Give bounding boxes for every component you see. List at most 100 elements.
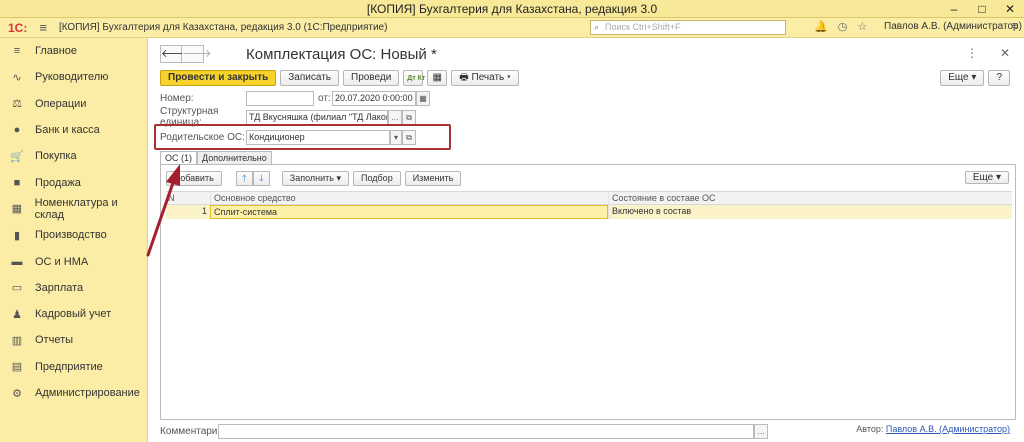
form-header-actions: ⋮ ✕	[966, 46, 1010, 60]
assets-table: N Основное средство Состояние в составе …	[166, 191, 1012, 219]
sidebar-item-label: Администрирование	[35, 387, 140, 399]
col-state[interactable]: Состояние в составе ОС	[608, 192, 1012, 204]
dt-kt-button[interactable]: Дт Кт	[403, 70, 425, 86]
sidebar-item-3[interactable]: ● Банк и касса	[0, 117, 147, 143]
number-field[interactable]	[246, 90, 314, 106]
post-and-close-button[interactable]: Провести и закрыть	[160, 70, 277, 86]
sidebar-item-icon: ⚙	[12, 387, 22, 400]
form-toolbar-right: Еще ▾ ?	[940, 70, 1010, 86]
menu-icon[interactable]: ≡	[39, 20, 47, 35]
user-name[interactable]: Павлов А.В. (Администратор)	[884, 21, 1022, 32]
sidebar-item-8[interactable]: ▬ ОС и НМА	[0, 248, 147, 274]
forward-button[interactable]: 🡒	[182, 45, 212, 63]
open-parent-icon[interactable]: ⧉	[402, 129, 416, 145]
author-link[interactable]: Павлов А.В. (Администратор)	[886, 424, 1010, 434]
table-header: N Основное средство Состояние в составе …	[166, 191, 1012, 205]
sidebar-item-label: Зарплата	[35, 281, 84, 294]
help-button[interactable]: ?	[988, 70, 1010, 86]
table-toolbar: Добавить 🡑 🡓 Заполнить ▾ Подбор Изменить	[166, 171, 462, 186]
sidebar-item-13[interactable]: ⚙ Администрирование	[0, 380, 147, 406]
print-button[interactable]: 🖶 Печать ▾	[451, 70, 519, 86]
more-label: Еще	[948, 72, 969, 83]
sidebar-item-icon: ♟	[12, 308, 22, 321]
form-toolbar: Провести и закрыть Записать Проведи Дт К…	[160, 70, 519, 86]
history-icon[interactable]: ◷	[838, 20, 848, 33]
bell-icon[interactable]: 🔔	[814, 20, 828, 33]
sidebar-item-icon: ▤	[11, 361, 23, 374]
more-button[interactable]: Еще ▾	[940, 70, 985, 86]
back-button[interactable]: 🡐	[160, 45, 191, 63]
maximize-button[interactable]: □	[968, 0, 996, 18]
sidebar-item-0[interactable]: ≡ Главное	[0, 38, 147, 64]
change-button[interactable]: Изменить	[404, 171, 462, 186]
tab-additional[interactable]: Дополнительно	[197, 151, 272, 165]
structure-icon[interactable]: ▦	[427, 70, 448, 86]
sidebar-item-icon: ≡	[13, 45, 21, 58]
sidebar-item-1[interactable]: ∿ Руководителю	[0, 64, 147, 90]
sidebar-item-icon: ▬	[11, 255, 23, 268]
form-footer: Комментарий: … Автор: Павлов А.В. (Админ…	[160, 423, 1016, 439]
date-field[interactable]: 20.07.2020 0:00:00	[332, 90, 416, 106]
author: Автор: Павлов А.В. (Администратор)	[856, 424, 1010, 434]
sidebar-item-label: Предприятие	[35, 360, 103, 373]
table-more-label: Еще	[972, 172, 994, 183]
sidebar-item-5[interactable]: ■ Продажа	[0, 169, 147, 195]
parent-field[interactable]: Кондиционер	[246, 129, 390, 145]
date-label: от:	[318, 92, 331, 104]
search-icon: ⌕	[594, 22, 600, 32]
sidebar-item-9[interactable]: ▭ Зарплата	[0, 275, 147, 301]
window-controls: – □ ✕	[940, 0, 1024, 18]
star-icon[interactable]: ☆	[857, 20, 867, 33]
window-title: [КОПИЯ] Бухгалтерия для Казахстана, реда…	[366, 2, 658, 16]
comment-field[interactable]	[218, 423, 754, 439]
sidebar-item-label: Производство	[35, 229, 107, 242]
sidebar-item-2[interactable]: ⚖ Операции	[0, 91, 147, 117]
more-vertical-icon[interactable]: ⋮	[966, 46, 978, 60]
unit-field[interactable]: ТД Вкусняшка (филиал "ТД Лакомк	[246, 109, 388, 125]
page-title: Комплектация ОС: Новый *	[246, 45, 437, 63]
sidebar-item-icon: ⚖	[12, 98, 22, 111]
parent-dropdown-icon[interactable]: ▾	[390, 129, 402, 145]
pick-button[interactable]: Подбор	[353, 171, 401, 186]
sidebar: ≡ Главное ∿ Руководителю ⚖ Операции ● Банк и ка…	[0, 38, 148, 442]
sidebar-item-icon: ▮	[13, 229, 21, 242]
move-up-button[interactable]: 🡑	[235, 171, 253, 186]
cell-asset[interactable]: Сплит-система	[210, 205, 608, 219]
table-toolbar-right: Еще ▾	[964, 171, 1009, 185]
app-header: 1С: ≡ [КОПИЯ] Бухгалтерия для Казахстана…	[0, 18, 1024, 38]
app-logo: 1С:	[8, 20, 28, 35]
print-label: Печать	[471, 72, 505, 83]
sidebar-item-12[interactable]: ▤ Предприятие	[0, 354, 147, 380]
sidebar-item-icon: ∿	[12, 71, 22, 84]
sidebar-item-6[interactable]: ▦ Номенклатура и склад	[0, 196, 147, 222]
sidebar-item-icon: ▦	[11, 203, 23, 216]
sidebar-item-7[interactable]: ▮ Производство	[0, 222, 147, 248]
cell-state: Включено в состав	[608, 205, 1012, 219]
sidebar-item-10[interactable]: ♟ Кадровый учет	[0, 301, 147, 327]
form-header: 🡐 🡒 Комплектация ОС: Новый *	[160, 44, 437, 64]
table-row[interactable]: 1 Сплит-система Включено в состав	[166, 205, 1012, 219]
sidebar-item-4[interactable]: 🛒 Покупка	[0, 143, 147, 169]
open-unit-icon[interactable]: ⧉	[402, 109, 416, 125]
col-asset[interactable]: Основное средство	[210, 192, 608, 204]
select-unit-button[interactable]: …	[388, 109, 402, 125]
sidebar-item-label: ОС и НМА	[35, 255, 89, 268]
sidebar-item-label: Операции	[35, 97, 87, 110]
sidebar-item-label: Отчеты	[35, 334, 74, 347]
table-more-button[interactable]: Еще ▾	[964, 171, 1009, 184]
app-title: [КОПИЯ] Бухгалтерия для Казахстана, реда…	[58, 22, 388, 33]
comment-expand-button[interactable]: …	[754, 423, 768, 439]
calendar-icon[interactable]: ▦	[416, 90, 430, 106]
post-button[interactable]: Проведи	[343, 70, 400, 86]
fill-button[interactable]: Заполнить ▾	[281, 171, 349, 186]
sidebar-item-11[interactable]: ▥ Отчеты	[0, 327, 147, 353]
search-input[interactable]: ⌕ Поиск Ctrl+Shift+F	[590, 20, 786, 35]
close-button[interactable]: ✕	[996, 0, 1024, 18]
save-button[interactable]: Записать	[280, 70, 339, 86]
author-label: Автор:	[856, 424, 884, 434]
minimize-button[interactable]: –	[940, 0, 968, 18]
close-form-icon[interactable]: ✕	[1000, 46, 1010, 60]
user-menu-icon[interactable]: ≡	[1012, 20, 1018, 32]
move-down-button[interactable]: 🡓	[252, 171, 270, 186]
annotation-arrow	[146, 164, 180, 257]
